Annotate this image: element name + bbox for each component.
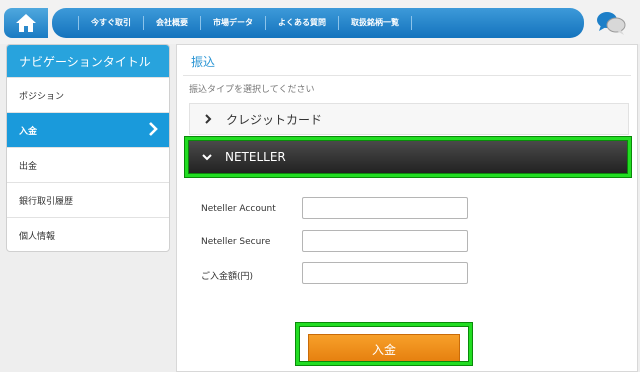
sidebar-item-label: 個人情報: [19, 231, 56, 242]
nav-item-market-data[interactable]: 市場データ: [201, 16, 266, 30]
page-title: 振込: [191, 55, 216, 69]
sidebar-item-label: ポジション: [19, 91, 65, 102]
deposit-amount-input[interactable]: [302, 262, 468, 284]
top-navigation-bar: 今すぐ取引 会社概要 市場データ よくある質問 取扱銘柄一覧: [0, 0, 640, 44]
amount-label: ご入金額(円): [201, 272, 254, 282]
sidebar-item-withdrawal[interactable]: 出金: [7, 147, 169, 182]
chevron-down-icon: [202, 154, 212, 161]
sidebar: ナビゲーションタイトル ポジション 入金 出金 銀行取引履歴 個人情報: [6, 44, 170, 252]
sidebar-title: ナビゲーションタイトル: [7, 45, 169, 77]
sidebar-item-deposit[interactable]: 入金: [7, 112, 169, 147]
sidebar-item-label: 出金: [19, 161, 38, 172]
option-neteller[interactable]: NETELLER: [189, 141, 629, 173]
nav-item-faq[interactable]: よくある質問: [266, 16, 339, 30]
secure-label: Neteller Secure: [201, 237, 271, 247]
deposit-panel: 振込 振込タイプを選択してください クレジットカード NETELLER Nete…: [176, 44, 638, 372]
divider: [183, 75, 631, 76]
instruction-text: 振込タイプを選択してください: [189, 85, 315, 95]
chat-icon[interactable]: [596, 10, 626, 36]
account-label: Neteller Account: [201, 204, 276, 214]
option-credit-card[interactable]: クレジットカード: [189, 103, 629, 135]
neteller-account-input[interactable]: [302, 197, 468, 219]
option-label: クレジットカード: [226, 112, 323, 127]
sidebar-item-personal-info[interactable]: 個人情報: [7, 217, 169, 251]
sidebar-item-label: 入金: [19, 126, 38, 137]
main-menu: 今すぐ取引 会社概要 市場データ よくある質問 取扱銘柄一覧: [52, 8, 584, 38]
sidebar-item-bank-history[interactable]: 銀行取引履歴: [7, 182, 169, 217]
home-icon: [16, 14, 36, 32]
nav-item-trade-now[interactable]: 今すぐ取引: [78, 16, 144, 30]
sidebar-item-label: 銀行取引履歴: [19, 196, 74, 207]
sidebar-item-positions[interactable]: ポジション: [7, 77, 169, 112]
chevron-right-icon: [149, 122, 158, 136]
nav-item-company[interactable]: 会社概要: [144, 16, 201, 30]
option-label: NETELLER: [225, 150, 286, 164]
neteller-secure-input[interactable]: [302, 230, 468, 252]
home-button[interactable]: [4, 8, 48, 38]
chevron-right-icon: [205, 114, 212, 124]
deposit-submit-button[interactable]: 入金: [308, 334, 460, 364]
nav-item-instruments[interactable]: 取扱銘柄一覧: [339, 16, 412, 30]
